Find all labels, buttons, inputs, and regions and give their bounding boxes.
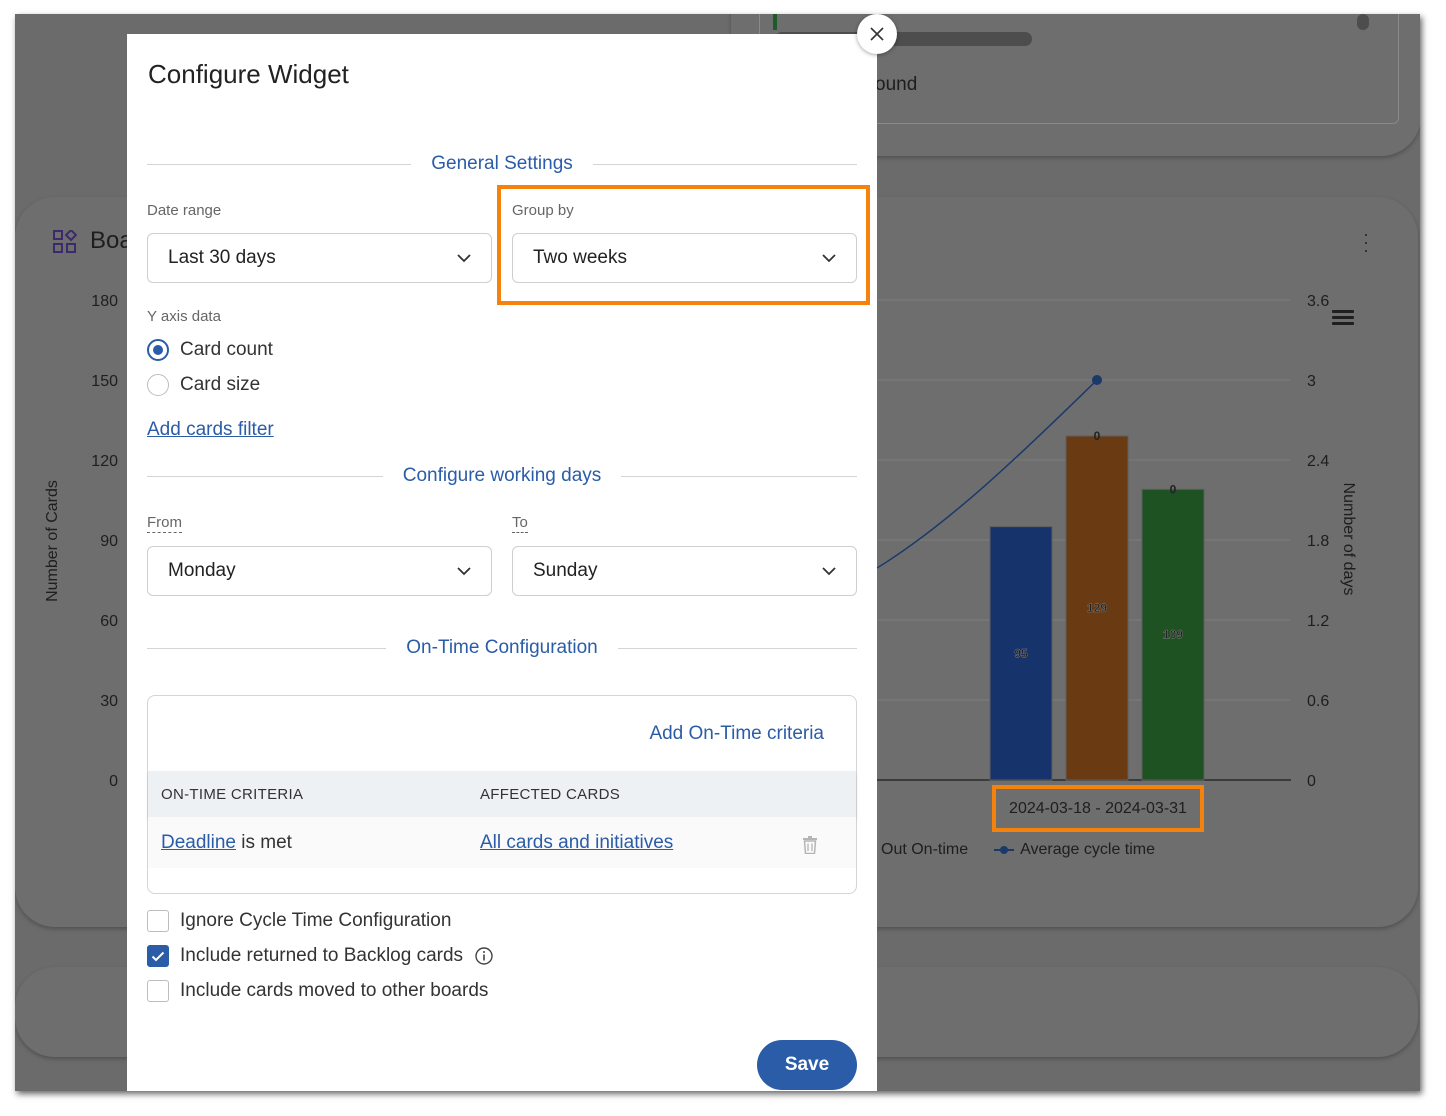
chevron-down-icon <box>457 253 471 262</box>
to-day-select[interactable]: Sunday <box>512 546 857 596</box>
bar-value-label: 109 <box>1163 628 1183 642</box>
from-day-value: Monday <box>168 560 236 581</box>
x-axis-category-label: 2024-03-18 - 2024-03-31 <box>992 785 1204 832</box>
to-day-value: Sunday <box>533 560 598 581</box>
configure-widget-dialog: Configure Widget General Settings Date r… <box>127 34 877 1091</box>
criteria-table-header: ON-TIME CRITERIA AFFECTED CARDS <box>148 771 856 817</box>
checkbox-include-moved-cards[interactable]: Include cards moved to other boards <box>147 980 488 1002</box>
ontime-config-title: On-Time Configuration <box>406 637 598 658</box>
y-left-tick-label: 90 <box>100 533 118 550</box>
checkbox-label: Include cards moved to other boards <box>180 980 489 1001</box>
close-dialog-button[interactable] <box>857 14 897 54</box>
affected-cards-link[interactable]: All cards and initiatives <box>480 832 673 854</box>
save-button[interactable]: Save <box>757 1040 857 1090</box>
legend-line-label: Average cycle time <box>1020 841 1156 858</box>
checkbox-unchecked-icon <box>147 910 169 932</box>
y-right-tick-label: 3 <box>1307 373 1316 390</box>
deadline-link[interactable]: Deadline <box>161 832 236 853</box>
general-settings-header: General Settings <box>147 152 857 176</box>
y-right-tick-label: 0 <box>1307 773 1316 790</box>
y-axis-data-label: Y axis data <box>147 308 221 325</box>
y-right-tick-label: 3.6 <box>1307 293 1329 310</box>
radio-selected-icon <box>147 339 169 361</box>
y-axis-left-label: Number of Cards <box>44 480 61 602</box>
from-day-select[interactable]: Monday <box>147 546 492 596</box>
add-cards-filter-link[interactable]: Add cards filter <box>147 419 274 441</box>
working-days-header: Configure working days <box>147 464 858 488</box>
working-days-title: Configure working days <box>402 465 602 486</box>
from-label: From <box>147 514 182 533</box>
criteria-cell: Deadline is met <box>161 832 292 854</box>
checkbox-label: Ignore Cycle Time Configuration <box>180 910 452 931</box>
y-left-tick-label: 60 <box>100 613 118 630</box>
y-left-tick-label: 180 <box>91 293 118 310</box>
checkbox-unchecked-icon <box>147 980 169 1002</box>
radio-label: Card size <box>180 374 261 395</box>
add-ontime-criteria-button[interactable]: Add On-Time criteria <box>649 723 824 745</box>
bar-top-label: 0 <box>1094 429 1101 443</box>
y-right-tick-label: 1.8 <box>1307 533 1329 550</box>
screen-frame: ound Boa · · · 180 3.6 150 3 120 2.4 90 1.8 60 1.2 3… <box>15 14 1420 1091</box>
cycle-time-point <box>1092 375 1102 385</box>
ontime-criteria-panel: Add On-Time criteria ON-TIME CRITERIA AF… <box>147 695 857 894</box>
dialog-title: Configure Widget <box>148 59 349 89</box>
trash-icon[interactable] <box>803 836 817 854</box>
line-marker-icon <box>994 845 1015 854</box>
bar-value-label: 129 <box>1087 601 1107 615</box>
legend-item-out-on-time[interactable]: Out On-time <box>881 841 968 859</box>
radio-label: Card count <box>180 339 273 360</box>
y-axis-right-label: Number of days <box>1340 482 1357 596</box>
radio-card-count[interactable]: Card count <box>147 339 273 361</box>
y-left-tick-label: 0 <box>109 773 118 790</box>
checkmark-icon <box>151 951 165 961</box>
ontime-config-header: On-Time Configuration <box>147 636 858 660</box>
legend-item-average-cycle-time[interactable]: Average cycle time <box>994 841 1155 859</box>
checkbox-label: Include returned to Backlog cards <box>180 945 464 966</box>
column-header-criteria: ON-TIME CRITERIA <box>161 785 304 803</box>
column-header-affected: AFFECTED CARDS <box>480 785 621 803</box>
checkbox-checked-icon <box>147 945 169 967</box>
to-label: To <box>512 514 528 533</box>
criteria-suffix: is met <box>236 831 292 853</box>
y-left-tick-label: 150 <box>91 373 118 390</box>
chart-legend: Out On-time Average cycle time <box>881 841 1155 859</box>
y-right-tick-label: 0.6 <box>1307 693 1329 710</box>
general-settings-title: General Settings <box>431 153 573 174</box>
chevron-down-icon <box>457 566 471 575</box>
date-range-value: Last 30 days <box>168 247 276 268</box>
checkbox-include-returned-backlog[interactable]: Include returned to Backlog cards <box>147 945 493 967</box>
bar-value-label: 95 <box>1014 646 1028 660</box>
bar-top-label: 0 <box>1170 482 1177 496</box>
close-icon <box>870 27 884 41</box>
info-icon[interactable] <box>475 947 493 965</box>
radio-card-size[interactable]: Card size <box>147 374 260 396</box>
y-right-tick-label: 1.2 <box>1307 613 1329 630</box>
y-left-tick-label: 30 <box>100 693 118 710</box>
checkbox-ignore-cycle-time[interactable]: Ignore Cycle Time Configuration <box>147 910 451 932</box>
group-by-highlight-box <box>497 185 870 305</box>
radio-unselected-icon <box>147 374 169 396</box>
y-right-tick-label: 2.4 <box>1307 453 1329 470</box>
y-left-tick-label: 120 <box>91 453 118 470</box>
date-range-label: Date range <box>147 202 222 219</box>
chevron-down-icon <box>822 566 836 575</box>
date-range-select[interactable]: Last 30 days <box>147 233 492 283</box>
table-row: Deadline is met All cards and initiative… <box>148 817 856 868</box>
